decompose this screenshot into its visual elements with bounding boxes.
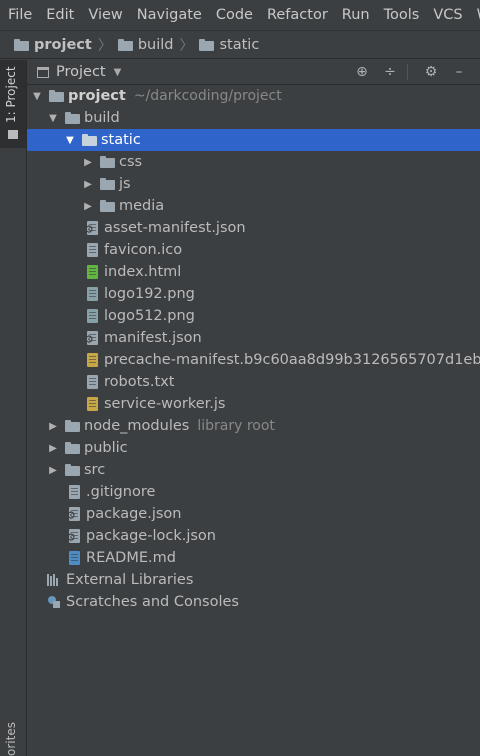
menu-refactor[interactable]: Refactor	[259, 7, 334, 23]
scratches-icon	[47, 595, 61, 609]
tree-item-js[interactable]: ▶ js	[27, 173, 480, 195]
chevron-right-icon[interactable]: ▶	[82, 157, 94, 168]
tree-item-build[interactable]: ▼ build	[27, 107, 480, 129]
tree-item-scratches[interactable]: Scratches and Consoles	[27, 591, 480, 613]
chevron-right-icon[interactable]: ▶	[47, 465, 59, 476]
menu-vcs[interactable]: VCS	[425, 7, 468, 23]
breadcrumb-separator-icon: 〉	[97, 37, 112, 54]
toolbar-divider	[407, 64, 408, 80]
js-file-icon	[87, 397, 98, 411]
json-file-icon	[66, 529, 80, 544]
tree-item-node-modules[interactable]: ▶ node_modules library root	[27, 415, 480, 437]
folder-icon	[49, 90, 64, 102]
image-file-icon	[87, 309, 98, 323]
js-file-icon	[87, 353, 98, 367]
folder-icon	[100, 200, 115, 212]
folder-icon	[14, 38, 29, 51]
chevron-down-icon[interactable]: ▼	[31, 91, 43, 102]
tree-item-manifest[interactable]: manifest.json	[27, 327, 480, 349]
text-file-icon	[87, 375, 98, 389]
window-icon	[37, 66, 49, 78]
project-path: ~/darkcoding/project	[133, 88, 282, 104]
tree-item-asset-manifest[interactable]: asset-manifest.json	[27, 217, 480, 239]
json-file-icon	[66, 507, 80, 522]
folder-icon	[65, 420, 80, 432]
breadcrumb-static[interactable]: static	[199, 37, 259, 53]
folder-icon	[100, 178, 115, 190]
chevron-down-icon[interactable]: ▼	[47, 113, 59, 124]
menu-window[interactable]: Win	[469, 7, 480, 23]
image-file-icon	[87, 287, 98, 301]
tree-item-logo192[interactable]: logo192.png	[27, 283, 480, 305]
panel-title: Project	[56, 64, 106, 80]
tree-item-media[interactable]: ▶ media	[27, 195, 480, 217]
tool-window-strip: 1: Project orites	[0, 60, 27, 756]
collapse-all-icon[interactable]: ÷	[379, 64, 401, 80]
folder-icon	[100, 156, 115, 168]
project-panel-header: Project ▼ ⊕ ÷ ⚙ –	[27, 60, 480, 85]
tree-item-project[interactable]: ▼ project ~/darkcoding/project	[27, 85, 480, 107]
image-file-icon	[87, 243, 98, 257]
menu-file[interactable]: File	[0, 7, 38, 23]
library-root-badge: library root	[197, 418, 275, 434]
menu-code[interactable]: Code	[208, 7, 259, 23]
tree-item-precache-manifest[interactable]: precache-manifest.b9c60aa8d99b3126565707…	[27, 349, 480, 371]
tree-item-index-html[interactable]: index.html	[27, 261, 480, 283]
tree-item-package-lock[interactable]: package-lock.json	[27, 525, 480, 547]
project-tool-tab[interactable]: 1: Project	[0, 60, 26, 148]
folder-icon	[199, 38, 215, 51]
json-file-icon	[84, 331, 98, 346]
folder-icon	[65, 112, 80, 124]
breadcrumb-project[interactable]: project	[14, 37, 92, 53]
tree-item-readme[interactable]: README.md	[27, 547, 480, 569]
folder-icon	[82, 134, 97, 146]
project-tree: ▼ project ~/darkcoding/project ▼ build ▼…	[27, 85, 480, 756]
tree-item-package-json[interactable]: package.json	[27, 503, 480, 525]
project-tab-label: 1: Project	[4, 66, 18, 123]
json-file-icon	[84, 221, 98, 236]
text-file-icon	[69, 485, 80, 499]
chevron-right-icon[interactable]: ▶	[82, 201, 94, 212]
chevron-right-icon[interactable]: ▶	[47, 443, 59, 454]
crosshair-icon[interactable]: ⊕	[351, 64, 373, 80]
folder-icon	[117, 38, 133, 51]
library-icon	[47, 574, 61, 586]
tree-item-service-worker[interactable]: service-worker.js	[27, 393, 480, 415]
html-file-icon	[87, 265, 98, 279]
tree-item-css[interactable]: ▶ css	[27, 151, 480, 173]
menu-view[interactable]: View	[80, 7, 128, 23]
chevron-down-icon[interactable]: ▼	[64, 135, 76, 146]
menu-run[interactable]: Run	[334, 7, 376, 23]
tree-item-external-libraries[interactable]: External Libraries	[27, 569, 480, 591]
tree-item-static[interactable]: ▼ static	[27, 129, 480, 151]
chevron-down-icon: ▼	[113, 66, 122, 78]
project-window-icon	[8, 130, 18, 139]
breadcrumb-build[interactable]: build	[117, 37, 173, 53]
tree-item-gitignore[interactable]: .gitignore	[27, 481, 480, 503]
breadcrumb: project 〉 build 〉 static	[0, 31, 480, 59]
menu-navigate[interactable]: Navigate	[129, 7, 208, 23]
menu-tools[interactable]: Tools	[376, 7, 426, 23]
favorites-tool-tab[interactable]: orites	[4, 716, 18, 756]
tree-item-robots[interactable]: robots.txt	[27, 371, 480, 393]
menu-bar: File Edit View Navigate Code Refactor Ru…	[0, 0, 480, 31]
tree-item-src[interactable]: ▶ src	[27, 459, 480, 481]
chevron-right-icon[interactable]: ▶	[82, 179, 94, 190]
tree-item-public[interactable]: ▶ public	[27, 437, 480, 459]
minimize-icon[interactable]: –	[448, 64, 470, 80]
tree-item-logo512[interactable]: logo512.png	[27, 305, 480, 327]
chevron-right-icon[interactable]: ▶	[47, 421, 59, 432]
project-view-selector[interactable]: Project ▼	[37, 64, 121, 80]
tree-item-favicon[interactable]: favicon.ico	[27, 239, 480, 261]
panel-toolbar: ⊕ ÷ ⚙ –	[345, 60, 470, 84]
menu-edit[interactable]: Edit	[38, 7, 80, 23]
markdown-file-icon	[69, 551, 80, 565]
folder-icon	[65, 464, 80, 476]
breadcrumb-separator-icon: 〉	[179, 37, 194, 54]
folder-icon	[65, 442, 80, 454]
gear-icon[interactable]: ⚙	[420, 64, 442, 80]
